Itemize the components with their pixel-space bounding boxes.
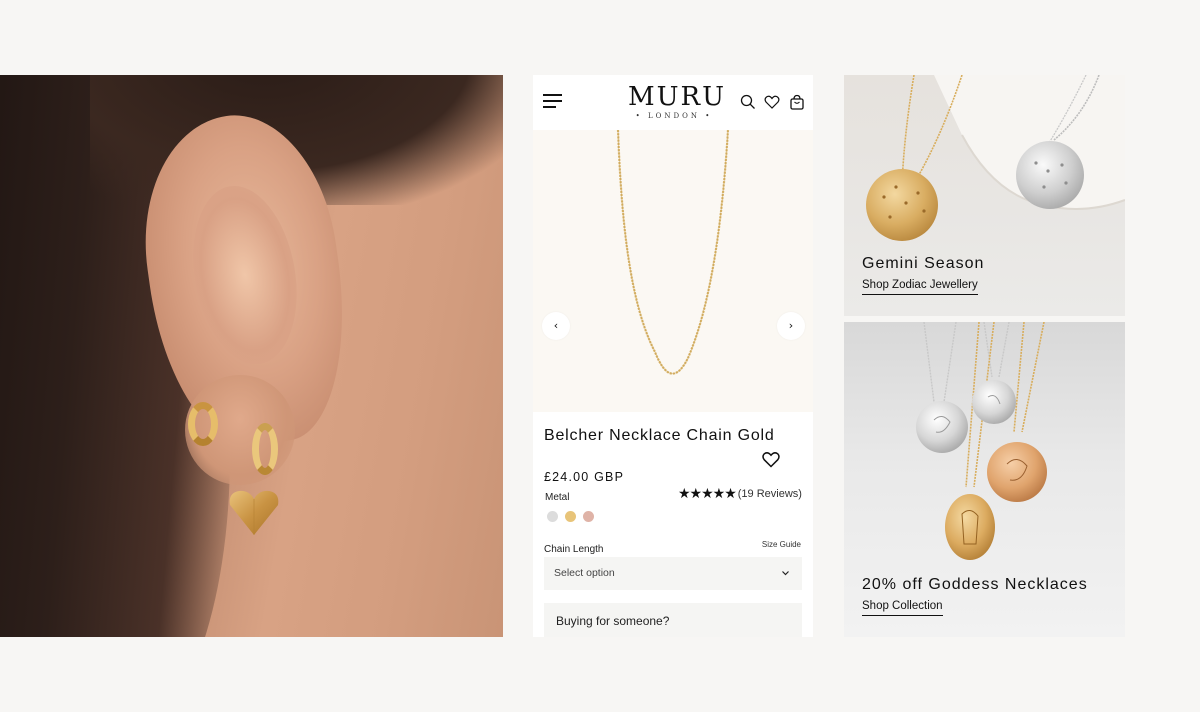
wishlist-heart-icon[interactable]	[762, 451, 780, 468]
metal-swatch-rose-gold[interactable]	[583, 511, 594, 522]
site-header: MURU • LONDON •	[533, 75, 813, 130]
heart-icon[interactable]	[764, 94, 780, 110]
gallery-prev-button[interactable]: ‹	[542, 312, 570, 340]
hero-image-ear-earrings	[0, 75, 503, 637]
search-icon[interactable]	[740, 94, 756, 110]
logo-subtitle: • LONDON •	[635, 112, 713, 120]
brand-logo[interactable]: MURU • LONDON •	[628, 82, 727, 120]
product-info: Belcher Necklace Chain Gold £24.00 GBP ★…	[533, 427, 813, 637]
review-count[interactable]: (19 Reviews)	[738, 488, 802, 500]
promo-image-zodiac-pendants	[866, 75, 1125, 241]
metal-swatch-gold[interactable]	[565, 511, 576, 522]
menu-icon[interactable]	[543, 94, 562, 108]
promo-link[interactable]: Shop Collection	[862, 600, 943, 616]
size-guide-link[interactable]: Size Guide	[762, 540, 801, 549]
promo-title: 20% off Goddess Necklaces	[862, 576, 1088, 593]
promo-card-goddess[interactable]: 20% off Goddess Necklaces Shop Collectio…	[844, 322, 1125, 637]
promo-image-goddess-necklaces	[916, 322, 1047, 560]
promo-link[interactable]: Shop Zodiac Jewellery	[862, 279, 978, 295]
logo-wordmark: MURU	[628, 82, 727, 112]
bag-icon[interactable]	[789, 94, 805, 110]
select-placeholder: Select option	[554, 567, 615, 579]
hoop-earring-large	[252, 423, 278, 475]
chain-length-label: Chain Length	[544, 544, 604, 555]
chain-length-select[interactable]: Select option	[544, 557, 802, 590]
product-title: Belcher Necklace Chain Gold	[544, 427, 775, 444]
product-price: £24.00 GBP	[544, 470, 625, 484]
chain-length-row: Chain Length Size Guide	[544, 537, 802, 555]
metal-swatch-silver[interactable]	[547, 511, 558, 522]
gift-option-box[interactable]: Buying for someone?	[544, 603, 802, 637]
gallery-next-button[interactable]: ›	[777, 312, 805, 340]
heart-charm	[229, 490, 279, 535]
promo-title: Gemini Season	[862, 255, 985, 272]
promo-card-gemini[interactable]: Gemini Season Shop Zodiac Jewellery	[844, 75, 1125, 316]
product-page-panel: MURU • LONDON • ‹ › Belcher Necklace Cha…	[533, 75, 813, 637]
hoop-earring-small	[188, 402, 218, 446]
chevron-down-icon	[782, 571, 789, 576]
metal-swatches	[547, 511, 802, 522]
rating-stars: ★★★★★	[678, 486, 737, 502]
product-image-necklace	[616, 130, 730, 375]
product-image-gallery[interactable]: ‹ ›	[533, 130, 813, 412]
product-rating[interactable]: ★★★★★ (19 Reviews)	[678, 486, 802, 502]
gift-label: Buying for someone?	[556, 614, 670, 628]
